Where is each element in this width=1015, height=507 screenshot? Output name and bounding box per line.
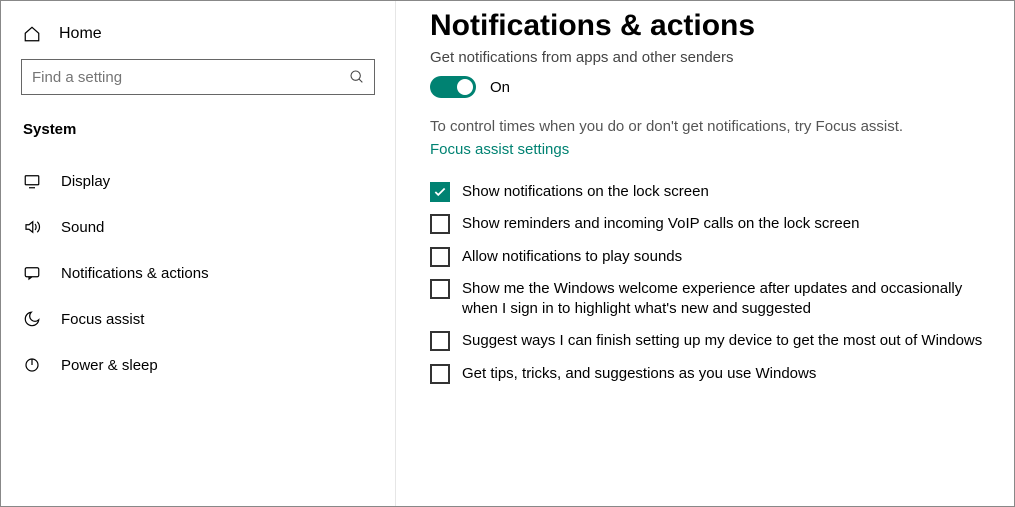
home-nav[interactable]: Home <box>1 19 395 59</box>
checkbox-play-sounds[interactable]: Allow notifications to play sounds <box>430 247 994 267</box>
notifications-icon <box>23 264 41 282</box>
sidebar-item-focus-assist[interactable]: Focus assist <box>1 296 395 342</box>
checkbox-setup-suggestions[interactable]: Suggest ways I can finish setting up my … <box>430 331 994 351</box>
sidebar-item-label: Display <box>61 173 110 190</box>
focus-assist-icon <box>23 310 41 328</box>
nav-section-header: System <box>1 113 395 158</box>
checkbox-voip-lock-screen[interactable]: Show reminders and incoming VoIP calls o… <box>430 214 994 234</box>
checkbox-tips-tricks[interactable]: Get tips, tricks, and suggestions as you… <box>430 364 994 384</box>
checkbox-lock-screen-notifications[interactable]: Show notifications on the lock screen <box>430 182 994 202</box>
sidebar-item-label: Focus assist <box>61 311 144 328</box>
checkbox-label: Show me the Windows welcome experience a… <box>462 279 994 320</box>
checkbox-icon <box>430 364 450 384</box>
search-input[interactable] <box>21 59 375 95</box>
checkbox-label: Show notifications on the lock screen <box>462 182 709 202</box>
focus-assist-settings-link[interactable]: Focus assist settings <box>430 141 569 158</box>
main-panel: Notifications & actions Get notification… <box>396 1 1014 506</box>
checkbox-welcome-experience[interactable]: Show me the Windows welcome experience a… <box>430 279 994 320</box>
checkbox-label: Suggest ways I can finish setting up my … <box>462 331 982 351</box>
page-title: Notifications & actions <box>430 9 994 43</box>
sidebar-item-label: Sound <box>61 219 104 236</box>
sidebar-item-label: Notifications & actions <box>61 265 209 282</box>
checkbox-icon <box>430 214 450 234</box>
display-icon <box>23 172 41 190</box>
checkbox-label: Show reminders and incoming VoIP calls o… <box>462 214 859 234</box>
notifications-toggle[interactable] <box>430 76 476 98</box>
checkbox-label: Allow notifications to play sounds <box>462 247 682 267</box>
toggle-state-label: On <box>490 79 510 96</box>
power-icon <box>23 356 41 374</box>
home-icon <box>23 25 41 43</box>
sidebar-item-sound[interactable]: Sound <box>1 204 395 250</box>
sidebar: Home System Display Sound Notification <box>1 1 396 506</box>
focus-assist-hint: To control times when you do or don't ge… <box>430 116 994 137</box>
checkbox-label: Get tips, tricks, and suggestions as you… <box>462 364 816 384</box>
checkbox-icon <box>430 182 450 202</box>
checkbox-icon <box>430 279 450 299</box>
sound-icon <box>23 218 41 236</box>
sidebar-item-label: Power & sleep <box>61 357 158 374</box>
sidebar-item-notifications[interactable]: Notifications & actions <box>1 250 395 296</box>
sidebar-item-power-sleep[interactable]: Power & sleep <box>1 342 395 388</box>
checkbox-icon <box>430 331 450 351</box>
checkbox-icon <box>430 247 450 267</box>
home-label: Home <box>59 25 102 43</box>
notifications-subheading: Get notifications from apps and other se… <box>430 49 994 66</box>
sidebar-item-display[interactable]: Display <box>1 158 395 204</box>
